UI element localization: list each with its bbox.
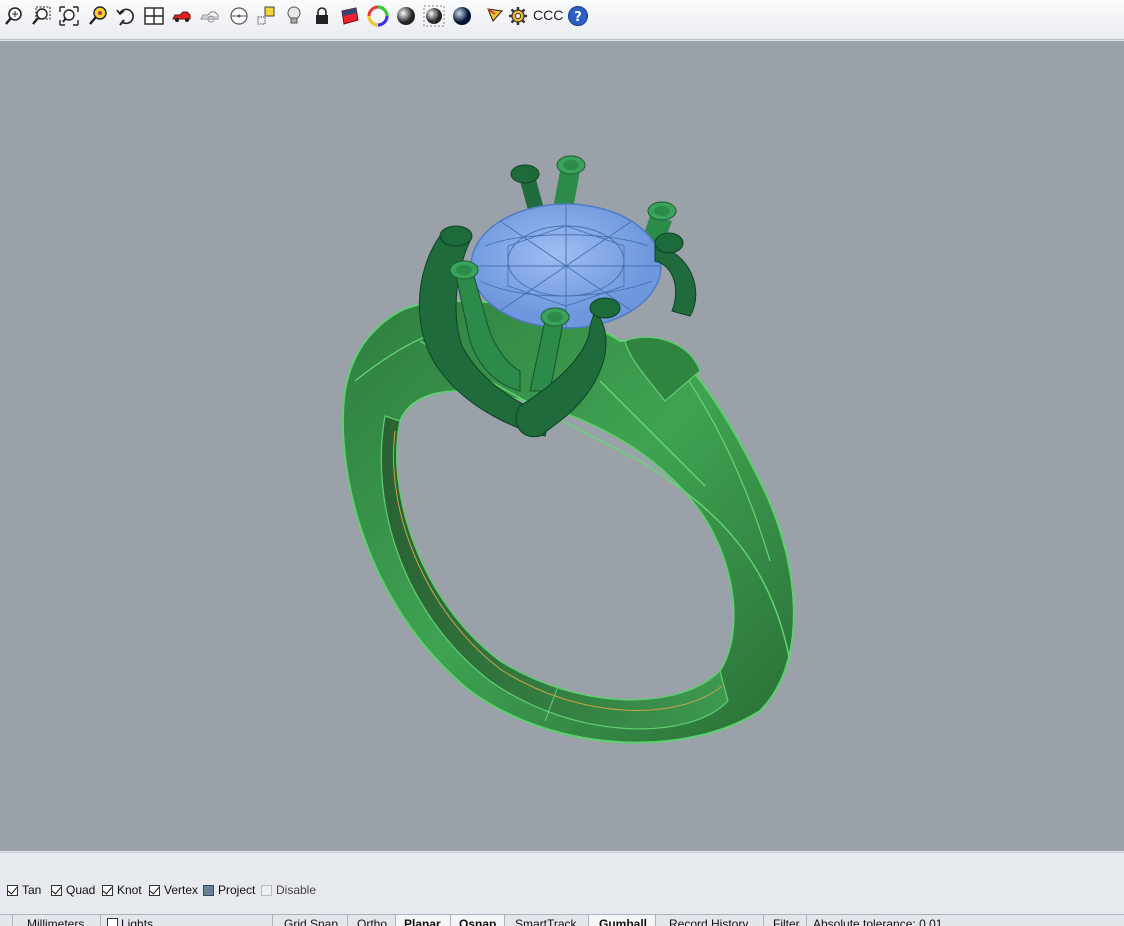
blue-sphere-icon[interactable] (450, 4, 474, 28)
record-history-toggle[interactable]: Record History (655, 915, 763, 926)
custom-toolbar-label[interactable]: CCC (533, 7, 563, 23)
rendered-sphere-icon[interactable] (422, 4, 446, 28)
osnap-knot[interactable]: Knot (102, 883, 142, 897)
osnap-bar: Tan Quad Knot Vertex Project Disable (0, 852, 1124, 915)
svg-text:?: ? (574, 10, 582, 25)
osnap-label: Disable (276, 883, 317, 897)
tolerance-readout: Absolute tolerance: 0.01 (806, 915, 1124, 926)
lock-icon[interactable] (310, 4, 334, 28)
osnap-tan[interactable]: Tan (7, 883, 41, 897)
cplane-icon[interactable] (227, 4, 251, 28)
planar-toggle[interactable]: Planar (395, 915, 450, 926)
knot-checkbox[interactable] (102, 884, 113, 896)
color-wheel-icon[interactable] (366, 4, 390, 28)
osnap-vertex[interactable]: Vertex (149, 883, 198, 897)
material-icon[interactable] (338, 4, 362, 28)
units-pane[interactable]: Millimeters (12, 915, 100, 926)
disable-checkbox[interactable] (261, 884, 272, 896)
snap-point-icon[interactable] (254, 4, 278, 28)
main-toolbar: CCC ? (0, 0, 1124, 40)
car-render-icon[interactable] (170, 4, 194, 28)
osnap-label: Quad (66, 883, 96, 897)
ring-model[interactable] (0, 41, 1124, 851)
gemstone (470, 203, 662, 329)
zoom-selected-icon[interactable] (86, 4, 110, 28)
zoom-all-icon[interactable] (57, 4, 81, 28)
light-bulb-icon[interactable] (282, 4, 306, 28)
tan-checkbox[interactable] (7, 884, 18, 896)
osnap-quad[interactable]: Quad (51, 883, 95, 897)
status-bar: Millimeters Lights Grid Snap Ortho Plana… (0, 914, 1124, 926)
smarttrack-toggle[interactable]: SmartTrack (504, 915, 588, 926)
osnap-project[interactable]: Project (203, 883, 255, 897)
osnap-disable[interactable]: Disable (261, 883, 316, 897)
osnap-label: Project (218, 883, 256, 897)
zoom-window-icon[interactable] (29, 4, 53, 28)
perspective-viewport[interactable] (0, 41, 1124, 851)
undo-view-icon[interactable] (114, 4, 138, 28)
osnap-label: Vertex (164, 883, 199, 897)
pen-icon[interactable] (483, 4, 507, 28)
ortho-toggle[interactable]: Ortho (347, 915, 395, 926)
zoom-extents-icon[interactable] (2, 4, 26, 28)
filter-toggle[interactable]: Filter (763, 915, 806, 926)
four-viewports-icon[interactable] (142, 4, 166, 28)
ghost-icon[interactable] (198, 4, 222, 28)
grid-snap-toggle[interactable]: Grid Snap (272, 915, 347, 926)
gear-icon[interactable] (506, 4, 530, 28)
project-checkbox[interactable] (203, 884, 214, 896)
shaded-sphere-icon[interactable] (394, 4, 418, 28)
osnap-label: Knot (117, 883, 142, 897)
help-icon[interactable]: ? (566, 4, 590, 28)
vertex-checkbox[interactable] (149, 884, 160, 896)
layer-pane[interactable]: Lights (100, 915, 272, 926)
gumball-toggle[interactable]: Gumball (588, 915, 655, 926)
osnap-label: Tan (22, 883, 42, 897)
osnap-toggle[interactable]: Osnap (450, 915, 504, 926)
quad-checkbox[interactable] (51, 884, 62, 896)
